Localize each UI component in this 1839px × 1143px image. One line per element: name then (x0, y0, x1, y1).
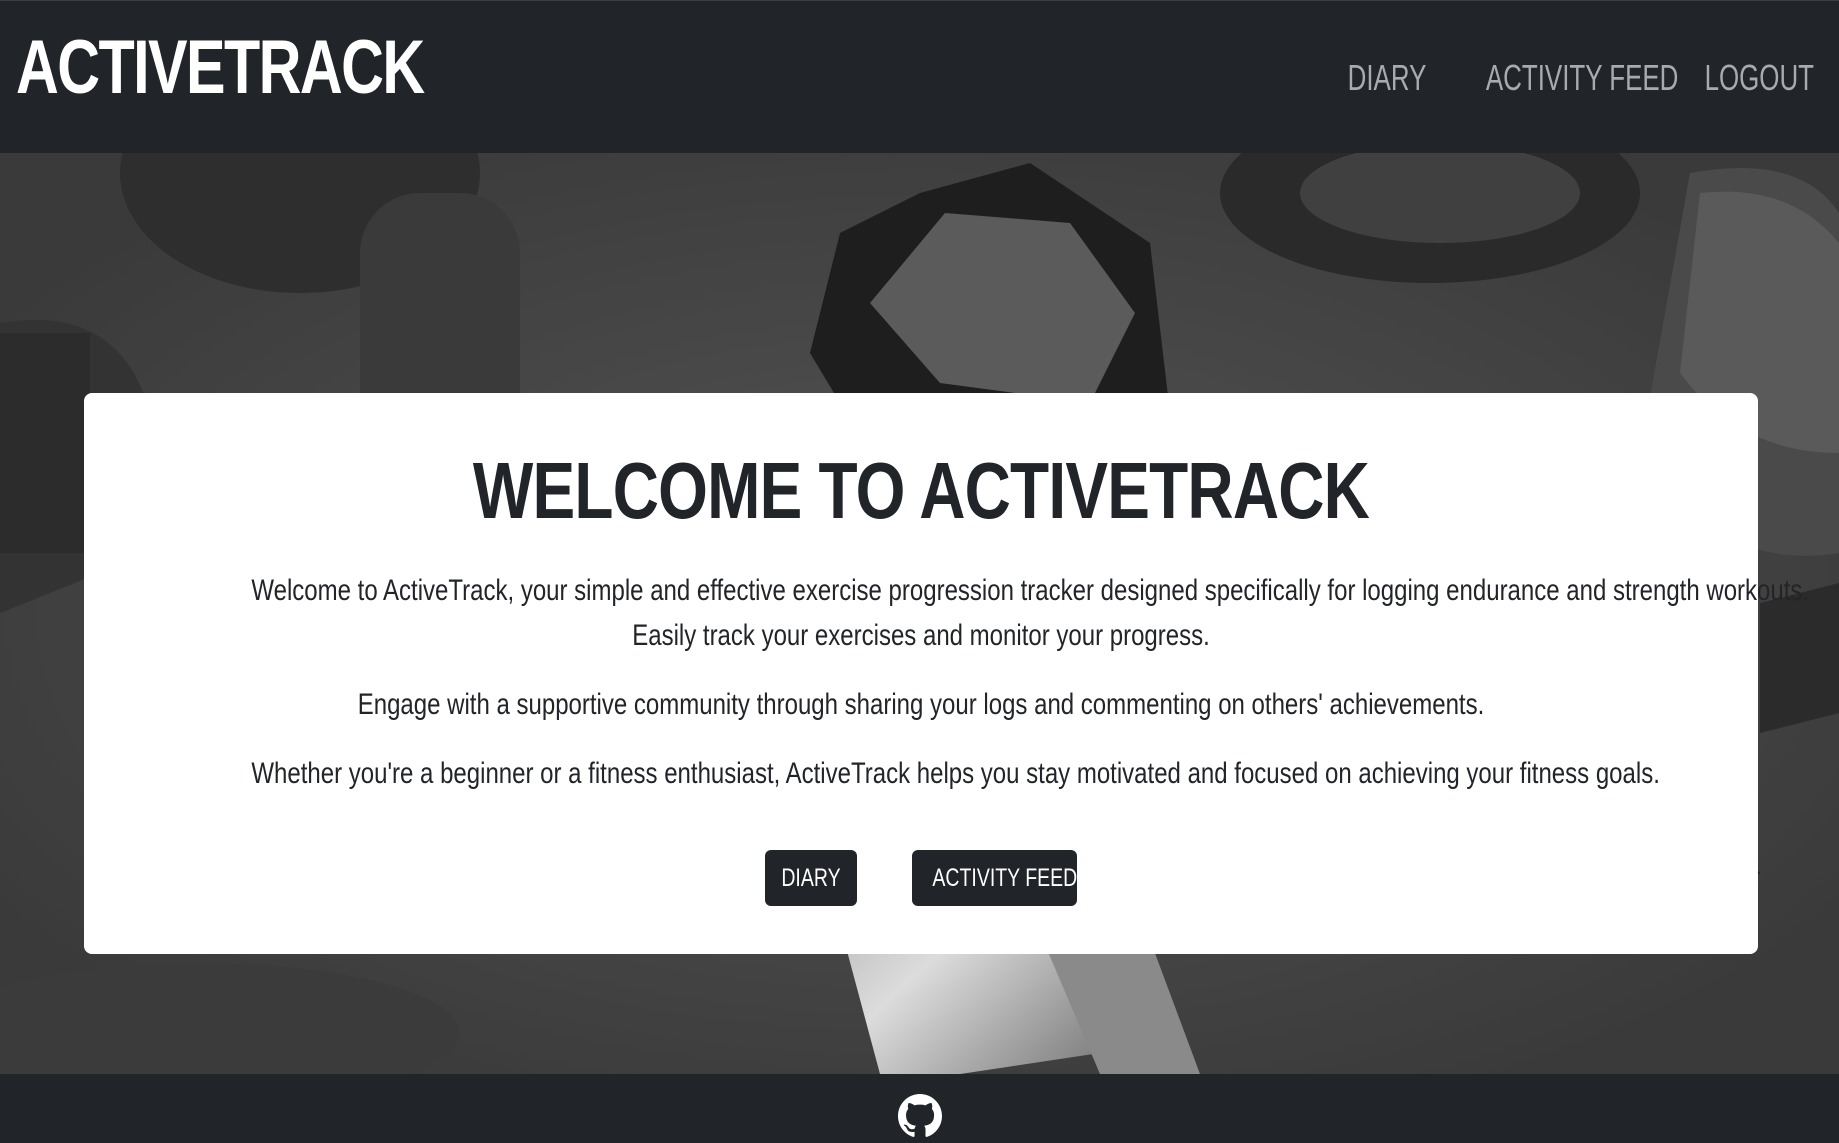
hero-section: WELCOME TO ACTIVETRACK Welcome to Active… (0, 153, 1839, 1074)
navbar: ACTIVETRACK DIARY ACTIVITY FEED LOGOUT (0, 0, 1839, 153)
github-icon (898, 1094, 942, 1137)
activity-feed-button[interactable]: ACTIVITY FEED (912, 850, 1077, 906)
page-title: WELCOME TO ACTIVETRACK (472, 446, 1370, 535)
footer (0, 1074, 1839, 1137)
brand-logo[interactable]: ACTIVETRACK (16, 23, 425, 113)
intro-paragraph: Welcome to ActiveTrack, your simple and … (251, 574, 1810, 607)
intro-paragraph-continued: Easily track your exercises and monitor … (632, 619, 1210, 652)
github-link[interactable] (898, 1094, 942, 1138)
nav-link-diary[interactable]: DIARY (1348, 53, 1427, 103)
nav-link-logout[interactable]: LOGOUT (1705, 53, 1814, 103)
activity-feed-button-label: ACTIVITY FEED (932, 864, 1077, 892)
motivation-paragraph: Whether you're a beginner or a fitness e… (251, 757, 1660, 790)
community-paragraph: Engage with a supportive community throu… (357, 688, 1485, 721)
diary-button[interactable]: DIARY (765, 850, 857, 906)
nav-link-activity-feed[interactable]: ACTIVITY FEED (1485, 53, 1678, 103)
welcome-card: WELCOME TO ACTIVETRACK Welcome to Active… (84, 393, 1810, 954)
diary-button-label: DIARY (781, 864, 841, 892)
nav-links: DIARY ACTIVITY FEED LOGOUT (1348, 53, 1814, 103)
